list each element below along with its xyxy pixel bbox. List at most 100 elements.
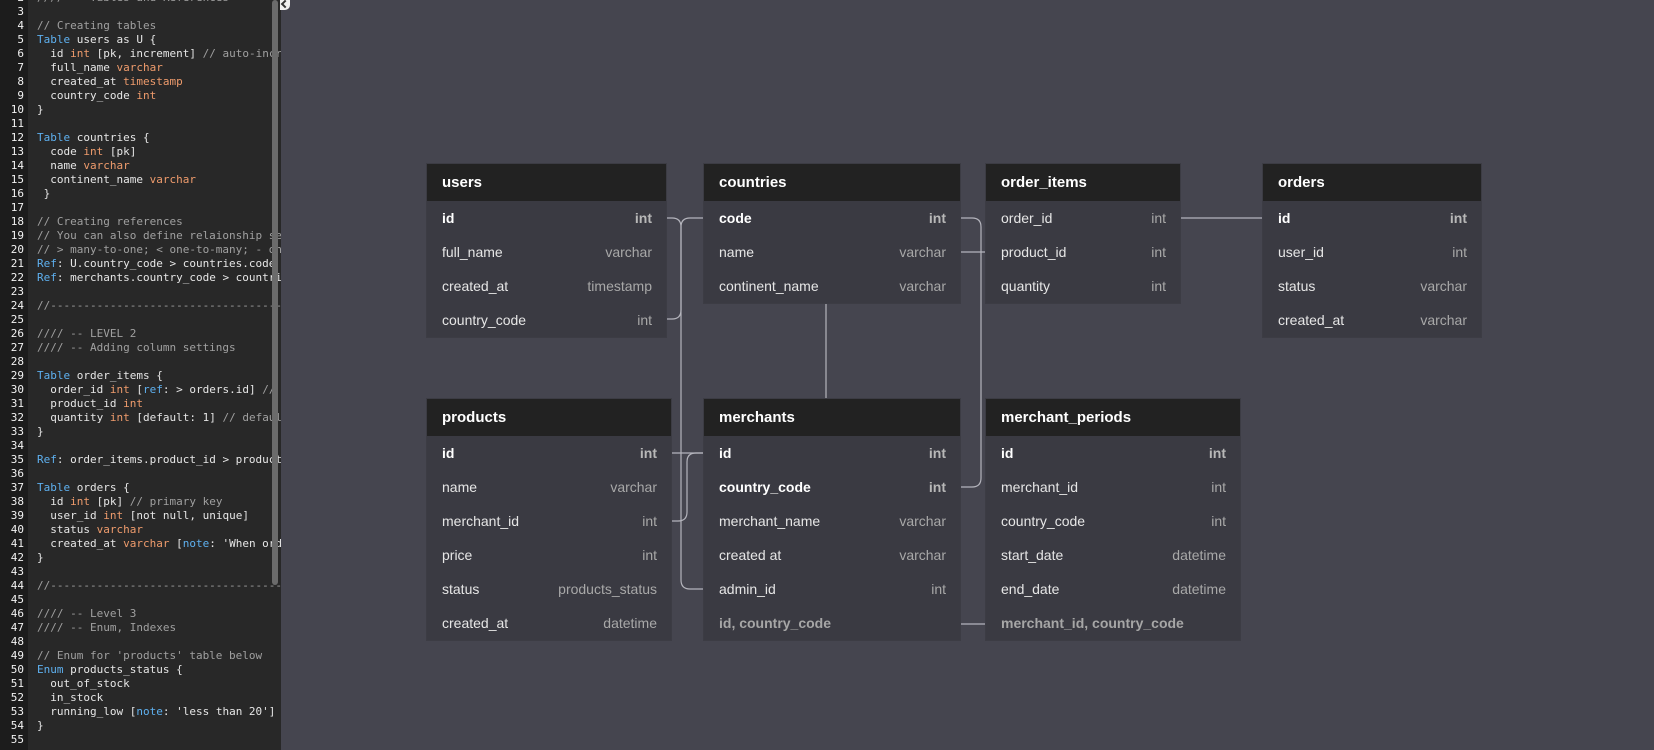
line-number: 37 (10, 481, 24, 494)
code-token: full_name (37, 61, 117, 74)
field-name: id (442, 445, 455, 461)
table-field-row[interactable]: order_id int (986, 201, 1180, 235)
table-field-row[interactable]: status varchar (1263, 269, 1481, 303)
table-title[interactable]: countries (704, 164, 960, 201)
field-name: id (719, 445, 732, 461)
table-order-items[interactable]: order_items order_id int product_id int quant… (986, 164, 1180, 303)
code-token: // Enum for 'products' table below (37, 649, 263, 662)
table-field-row[interactable]: quantity int (986, 269, 1180, 303)
editor-scrollbar[interactable] (272, 0, 278, 585)
table-field-row[interactable]: user_id int (1263, 235, 1481, 269)
field-type: varchar (605, 244, 652, 260)
field-name: name (442, 479, 478, 495)
code-token: // > many-to-one; < one-to-many; - on (37, 243, 281, 256)
table-countries[interactable]: countries code int name varchar continent_nam… (704, 164, 960, 303)
table-field-row[interactable]: id int (986, 436, 1240, 470)
line-number: 23 (10, 285, 24, 298)
field-type: datetime (1172, 581, 1226, 597)
table-index-row[interactable]: id, country_code (704, 606, 960, 640)
code-text: Table countries { (37, 131, 150, 145)
table-field-row[interactable]: id int (427, 201, 666, 235)
table-field-row[interactable]: name varchar (704, 235, 960, 269)
line-number: 26 (10, 327, 24, 340)
field-type: int (639, 445, 657, 461)
table-field-row[interactable]: end_date datetime (986, 572, 1240, 606)
table-field-row[interactable]: merchant_id int (427, 504, 671, 538)
field-type: int (928, 210, 946, 226)
table-field-row[interactable]: product_id int (986, 235, 1180, 269)
table-field-row[interactable]: price int (427, 538, 671, 572)
table-field-row[interactable]: id int (427, 436, 671, 470)
table-field-row[interactable]: full_name varchar (427, 235, 666, 269)
line-number: 19 (10, 229, 24, 242)
table-title[interactable]: products (427, 399, 671, 436)
code-token: //------------------------------------- (37, 579, 281, 592)
field-type: int (634, 210, 652, 226)
table-field-row[interactable]: id int (704, 436, 960, 470)
line-number: 15 (10, 173, 24, 186)
table-field-row[interactable]: country_code int (704, 470, 960, 504)
table-field-row[interactable]: merchant_id int (986, 470, 1240, 504)
table-field-row[interactable]: country_code int (986, 504, 1240, 538)
table-field-row[interactable]: name varchar (427, 470, 671, 504)
field-name: country_code (1001, 513, 1086, 529)
field-type: products_status (558, 581, 657, 597)
code-token: //// -- Adding column settings (37, 341, 236, 354)
table-field-row[interactable]: created_at timestamp (427, 269, 666, 303)
line-number: 4 (17, 19, 24, 32)
table-field-row[interactable]: merchant_name varchar (704, 504, 960, 538)
field-name: merchant_name (719, 513, 821, 529)
code-token: [pk, increment] (90, 47, 203, 60)
table-products[interactable]: products id int name varchar merchant_id int pr… (427, 399, 671, 640)
table-merchants[interactable]: merchants id int country_code int merchant_na… (704, 399, 960, 640)
field-type: varchar (899, 244, 946, 260)
table-field-row[interactable]: created at varchar (704, 538, 960, 572)
table-title[interactable]: users (427, 164, 666, 201)
table-orders[interactable]: orders id int user_id int status varchar create… (1263, 164, 1481, 337)
line-number: 48 (10, 635, 24, 648)
table-field-row[interactable]: start_date datetime (986, 538, 1240, 572)
table-index-row[interactable]: merchant_id, country_code (986, 606, 1240, 640)
table-title[interactable]: merchant_periods (986, 399, 1240, 436)
table-merchant-periods[interactable]: merchant_periods id int merchant_id int count… (986, 399, 1240, 640)
code-text: Table orders { (37, 481, 130, 495)
code-editor[interactable]: 2//// -- Tables and References34// Creat… (0, 0, 281, 750)
line-number: 54 (10, 719, 24, 732)
code-text: Ref: U.country_code > countries.code (37, 257, 275, 271)
code-token: running_low [ (37, 705, 137, 718)
code-text: full_name varchar (37, 61, 163, 75)
code-text: created_at timestamp (37, 75, 182, 89)
line-number: 42 (10, 551, 24, 564)
field-type: varchar (899, 278, 946, 294)
collapse-editor-icon[interactable] (280, 0, 290, 10)
table-field-row[interactable]: admin_id int (704, 572, 960, 606)
code-token: [ (169, 537, 183, 550)
code-text: id int [pk] // primary key (37, 495, 222, 509)
table-title[interactable]: order_items (986, 164, 1180, 201)
line-number: 24 (10, 299, 24, 312)
line-number: 12 (10, 131, 24, 144)
code-token: // Creating references (37, 215, 183, 228)
code-token: } (37, 551, 44, 564)
table-field-row[interactable]: created_at datetime (427, 606, 671, 640)
table-field-row[interactable]: created_at varchar (1263, 303, 1481, 337)
code-text: //// -- Adding column settings (37, 341, 236, 355)
table-users[interactable]: users id int full_name varchar created_at time… (427, 164, 666, 337)
field-type: int (642, 513, 657, 529)
table-field-row[interactable]: status products_status (427, 572, 671, 606)
code-text: order_id int [ref: > orders.id] // (37, 383, 275, 397)
table-field-row[interactable]: id int (1263, 201, 1481, 235)
table-field-row[interactable]: continent_name varchar (704, 269, 960, 303)
code-text: country_code int (37, 89, 156, 103)
line-number: 52 (10, 691, 24, 704)
code-token: Table (37, 131, 71, 144)
field-type: int (1151, 278, 1166, 294)
table-field-row[interactable]: country_code int (427, 303, 666, 337)
code-text: // Creating references (37, 215, 183, 229)
table-title[interactable]: merchants (704, 399, 960, 436)
code-text: //// -- Level 3 (37, 607, 136, 621)
table-title[interactable]: orders (1263, 164, 1481, 201)
table-field-row[interactable]: code int (704, 201, 960, 235)
code-token: orders { (70, 481, 130, 494)
code-text: // Creating tables (37, 19, 156, 33)
